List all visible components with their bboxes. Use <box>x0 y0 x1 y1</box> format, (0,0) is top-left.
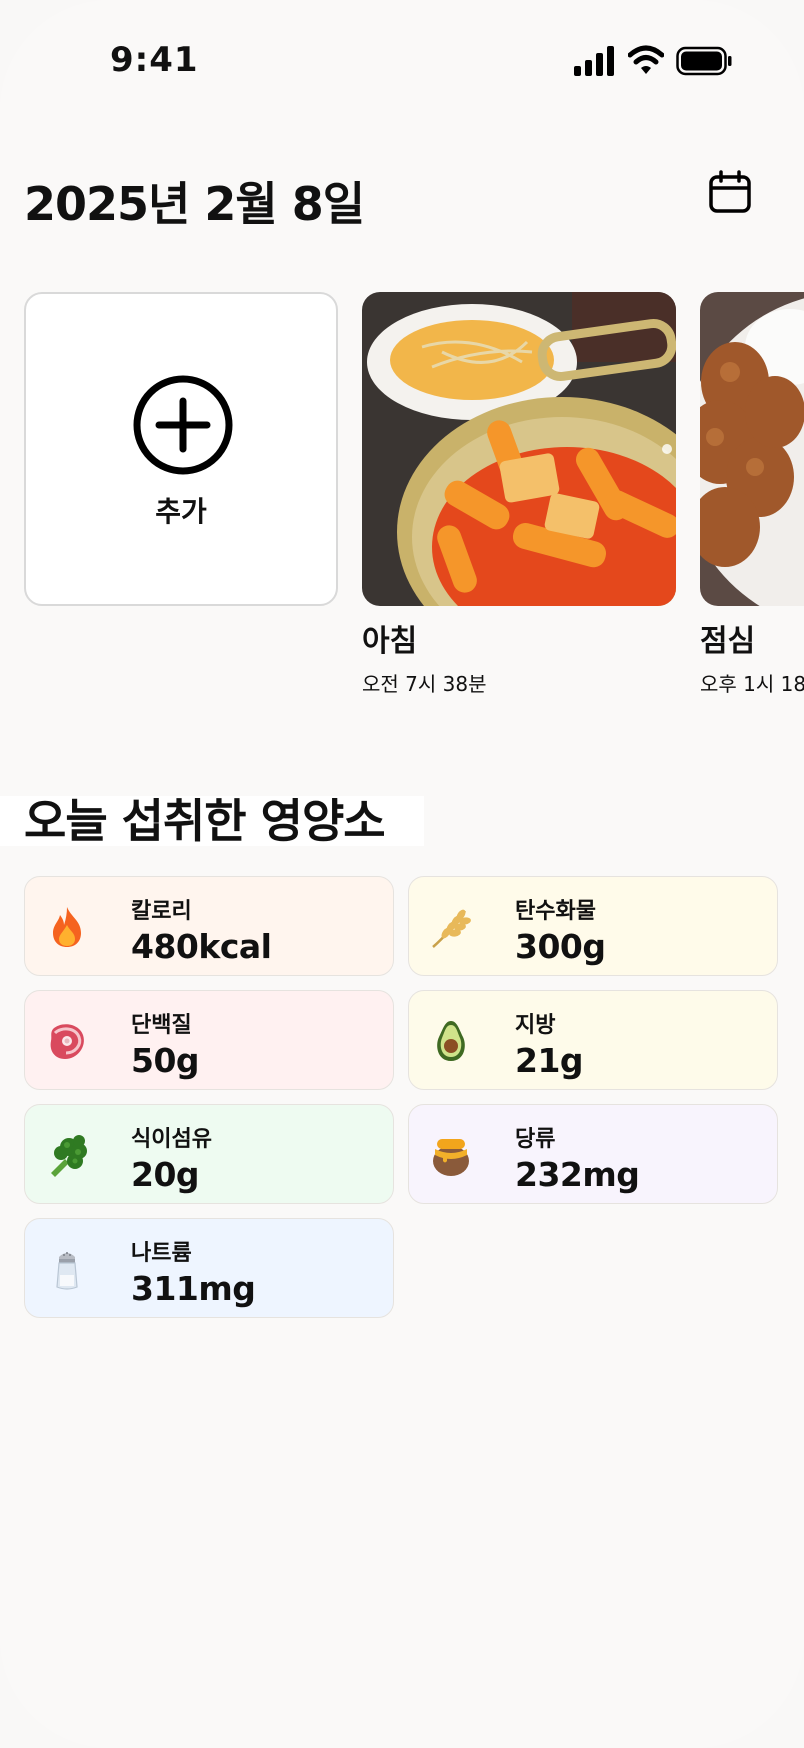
nutrient-name: 당류 <box>515 1127 556 1152</box>
add-meal-button[interactable]: 추가 <box>24 292 338 606</box>
nutrient-card-sugar: 당류 232mg <box>408 1104 778 1204</box>
nutrient-name: 칼로리 <box>131 899 192 924</box>
meat-icon <box>50 1024 84 1059</box>
avocado-icon <box>437 1021 465 1061</box>
nutrient-name: 단백질 <box>131 1013 192 1038</box>
plus-circle-icon <box>133 375 233 475</box>
nutrient-value: 50g <box>131 1041 200 1080</box>
meal-title: 아침 <box>362 624 418 659</box>
app-screen: 9:41 2025년 2월 8일 추가 아침 오전 7시 38분 점심 오후 1… <box>0 0 804 1748</box>
nutrient-name: 나트륨 <box>131 1241 192 1266</box>
nutrient-value: 311mg <box>131 1269 256 1308</box>
nutrient-card-carbs: 탄수화물 300g <box>408 876 778 976</box>
nutrient-card-fiber: 식이섬유 20g <box>24 1104 394 1204</box>
fire-icon <box>53 907 81 947</box>
meal-photo <box>700 292 804 606</box>
meal-title: 점심 <box>700 624 756 659</box>
salt-shaker-icon <box>56 1252 78 1290</box>
nutrient-card-calories: 칼로리 480kcal <box>24 876 394 976</box>
cellular-signal-icon <box>574 46 614 76</box>
meal-time: 오후 1시 18분 <box>700 672 804 696</box>
nutrients-section-title: 오늘 섭취한 영양소 <box>0 796 424 846</box>
nutrient-name: 지방 <box>515 1013 556 1038</box>
honey-pot-icon <box>433 1139 469 1176</box>
nutrient-value: 480kcal <box>131 927 272 966</box>
meal-photo <box>362 292 676 606</box>
rice-icon <box>432 909 471 948</box>
status-bar: 9:41 <box>0 0 804 120</box>
meal-card-lunch[interactable]: 점심 오후 1시 18분 <box>700 292 804 697</box>
battery-icon <box>676 46 732 76</box>
meal-time: 오전 7시 38분 <box>362 672 487 696</box>
nutrient-card-protein: 단백질 50g <box>24 990 394 1090</box>
nutrient-value: 20g <box>131 1155 200 1194</box>
nutrient-name: 식이섬유 <box>131 1127 212 1152</box>
page-title-date: 2025년 2월 8일 <box>24 177 365 231</box>
wifi-icon <box>628 45 664 74</box>
nutrient-value: 232mg <box>515 1155 640 1194</box>
nutrient-value: 21g <box>515 1041 584 1080</box>
nutrient-card-sodium: 나트륨 311mg <box>24 1218 394 1318</box>
calendar-icon[interactable] <box>708 170 752 214</box>
meal-card-breakfast[interactable]: 아침 오전 7시 38분 <box>362 292 676 697</box>
nutrient-card-fat: 지방 21g <box>408 990 778 1090</box>
nutrient-value: 300g <box>515 927 606 966</box>
add-meal-label: 추가 <box>155 495 207 528</box>
nutrient-name: 탄수화물 <box>515 899 596 924</box>
broccoli-icon <box>51 1135 87 1177</box>
status-time: 9:41 <box>110 40 199 80</box>
